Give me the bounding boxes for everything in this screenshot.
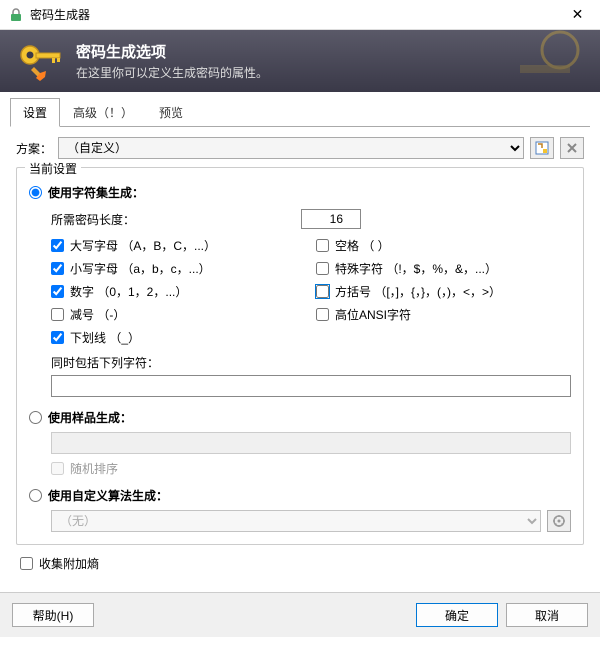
underscore-label: 下划线 （_）	[70, 329, 140, 346]
length-label: 所需密码长度：	[51, 211, 301, 228]
scheme-select[interactable]: （自定义）	[58, 137, 524, 159]
digits-label: 数字 （0，1，2，...）	[70, 283, 187, 300]
brackets-checkbox[interactable]	[316, 285, 329, 298]
footer: 帮助(H) 确定 取消	[0, 592, 600, 637]
header-decoration	[460, 30, 600, 92]
special-checkbox[interactable]	[316, 262, 329, 275]
tab-preview[interactable]: 预览	[146, 98, 196, 126]
random-perm-checkbox	[51, 462, 64, 475]
algo-settings-button[interactable]	[547, 510, 571, 532]
minus-label: 减号 （-）	[70, 306, 125, 323]
tab-settings[interactable]: 设置	[10, 98, 60, 127]
save-scheme-button[interactable]	[530, 137, 554, 159]
current-settings-fieldset: 当前设置 使用字符集生成： 所需密码长度： 大写字母 （A，B，C，...） 空…	[16, 167, 584, 545]
lowercase-label: 小写字母 （a，b，c，...）	[70, 260, 211, 277]
special-label: 特殊字符 （!，$，%，&，...）	[335, 260, 497, 277]
algo-mode-radio[interactable]	[29, 489, 42, 502]
uppercase-checkbox[interactable]	[51, 239, 64, 252]
length-input[interactable]	[301, 209, 361, 229]
algo-mode-label: 使用自定义算法生成：	[48, 487, 168, 504]
header-title: 密码生成选项	[76, 41, 268, 62]
random-perm-label: 随机排序	[70, 460, 118, 477]
uppercase-label: 大写字母 （A，B，C，...）	[70, 237, 216, 254]
pattern-mode-radio[interactable]	[29, 411, 42, 424]
close-button[interactable]: ✕	[555, 0, 600, 30]
pattern-input-disabled	[51, 432, 571, 454]
cancel-button[interactable]: 取消	[506, 603, 588, 627]
digits-checkbox[interactable]	[51, 285, 64, 298]
minus-checkbox[interactable]	[51, 308, 64, 321]
header-subtitle: 在这里你可以定义生成密码的属性。	[76, 64, 268, 81]
include-input[interactable]	[51, 375, 571, 397]
lock-icon	[8, 7, 24, 23]
pattern-mode-label: 使用样品生成：	[48, 409, 132, 426]
content-area: 方案： （自定义） 当前设置 使用字符集生成： 所需密码长度： 大写字母 （A，…	[0, 127, 600, 592]
titlebar: 密码生成器 ✕	[0, 0, 600, 30]
include-label: 同时包括下列字符：	[51, 354, 571, 371]
header-banner: 密码生成选项 在这里你可以定义生成密码的属性。	[0, 30, 600, 92]
brackets-label: 方括号 （[，]，{，}，(，)，<，>）	[335, 283, 501, 300]
charset-mode-label: 使用字符集生成：	[48, 184, 144, 201]
highansi-checkbox[interactable]	[316, 308, 329, 321]
fieldset-legend: 当前设置	[25, 160, 81, 177]
scheme-label: 方案：	[16, 140, 52, 157]
space-label: 空格 （ ）	[335, 237, 390, 254]
ok-button[interactable]: 确定	[416, 603, 498, 627]
collect-entropy-checkbox[interactable]	[20, 557, 33, 570]
tab-bar: 设置 高级（！） 预览	[10, 98, 590, 127]
lowercase-checkbox[interactable]	[51, 262, 64, 275]
collect-entropy-label: 收集附加熵	[39, 555, 99, 572]
help-button[interactable]: 帮助(H)	[12, 603, 94, 627]
tab-advanced[interactable]: 高级（！）	[60, 98, 146, 126]
window-title: 密码生成器	[30, 6, 555, 23]
algo-select: （无）	[51, 510, 541, 532]
underscore-checkbox[interactable]	[51, 331, 64, 344]
delete-scheme-button[interactable]	[560, 137, 584, 159]
key-icon	[16, 37, 64, 85]
space-checkbox[interactable]	[316, 239, 329, 252]
highansi-label: 高位ANSI字符	[335, 306, 411, 323]
charset-mode-radio[interactable]	[29, 186, 42, 199]
